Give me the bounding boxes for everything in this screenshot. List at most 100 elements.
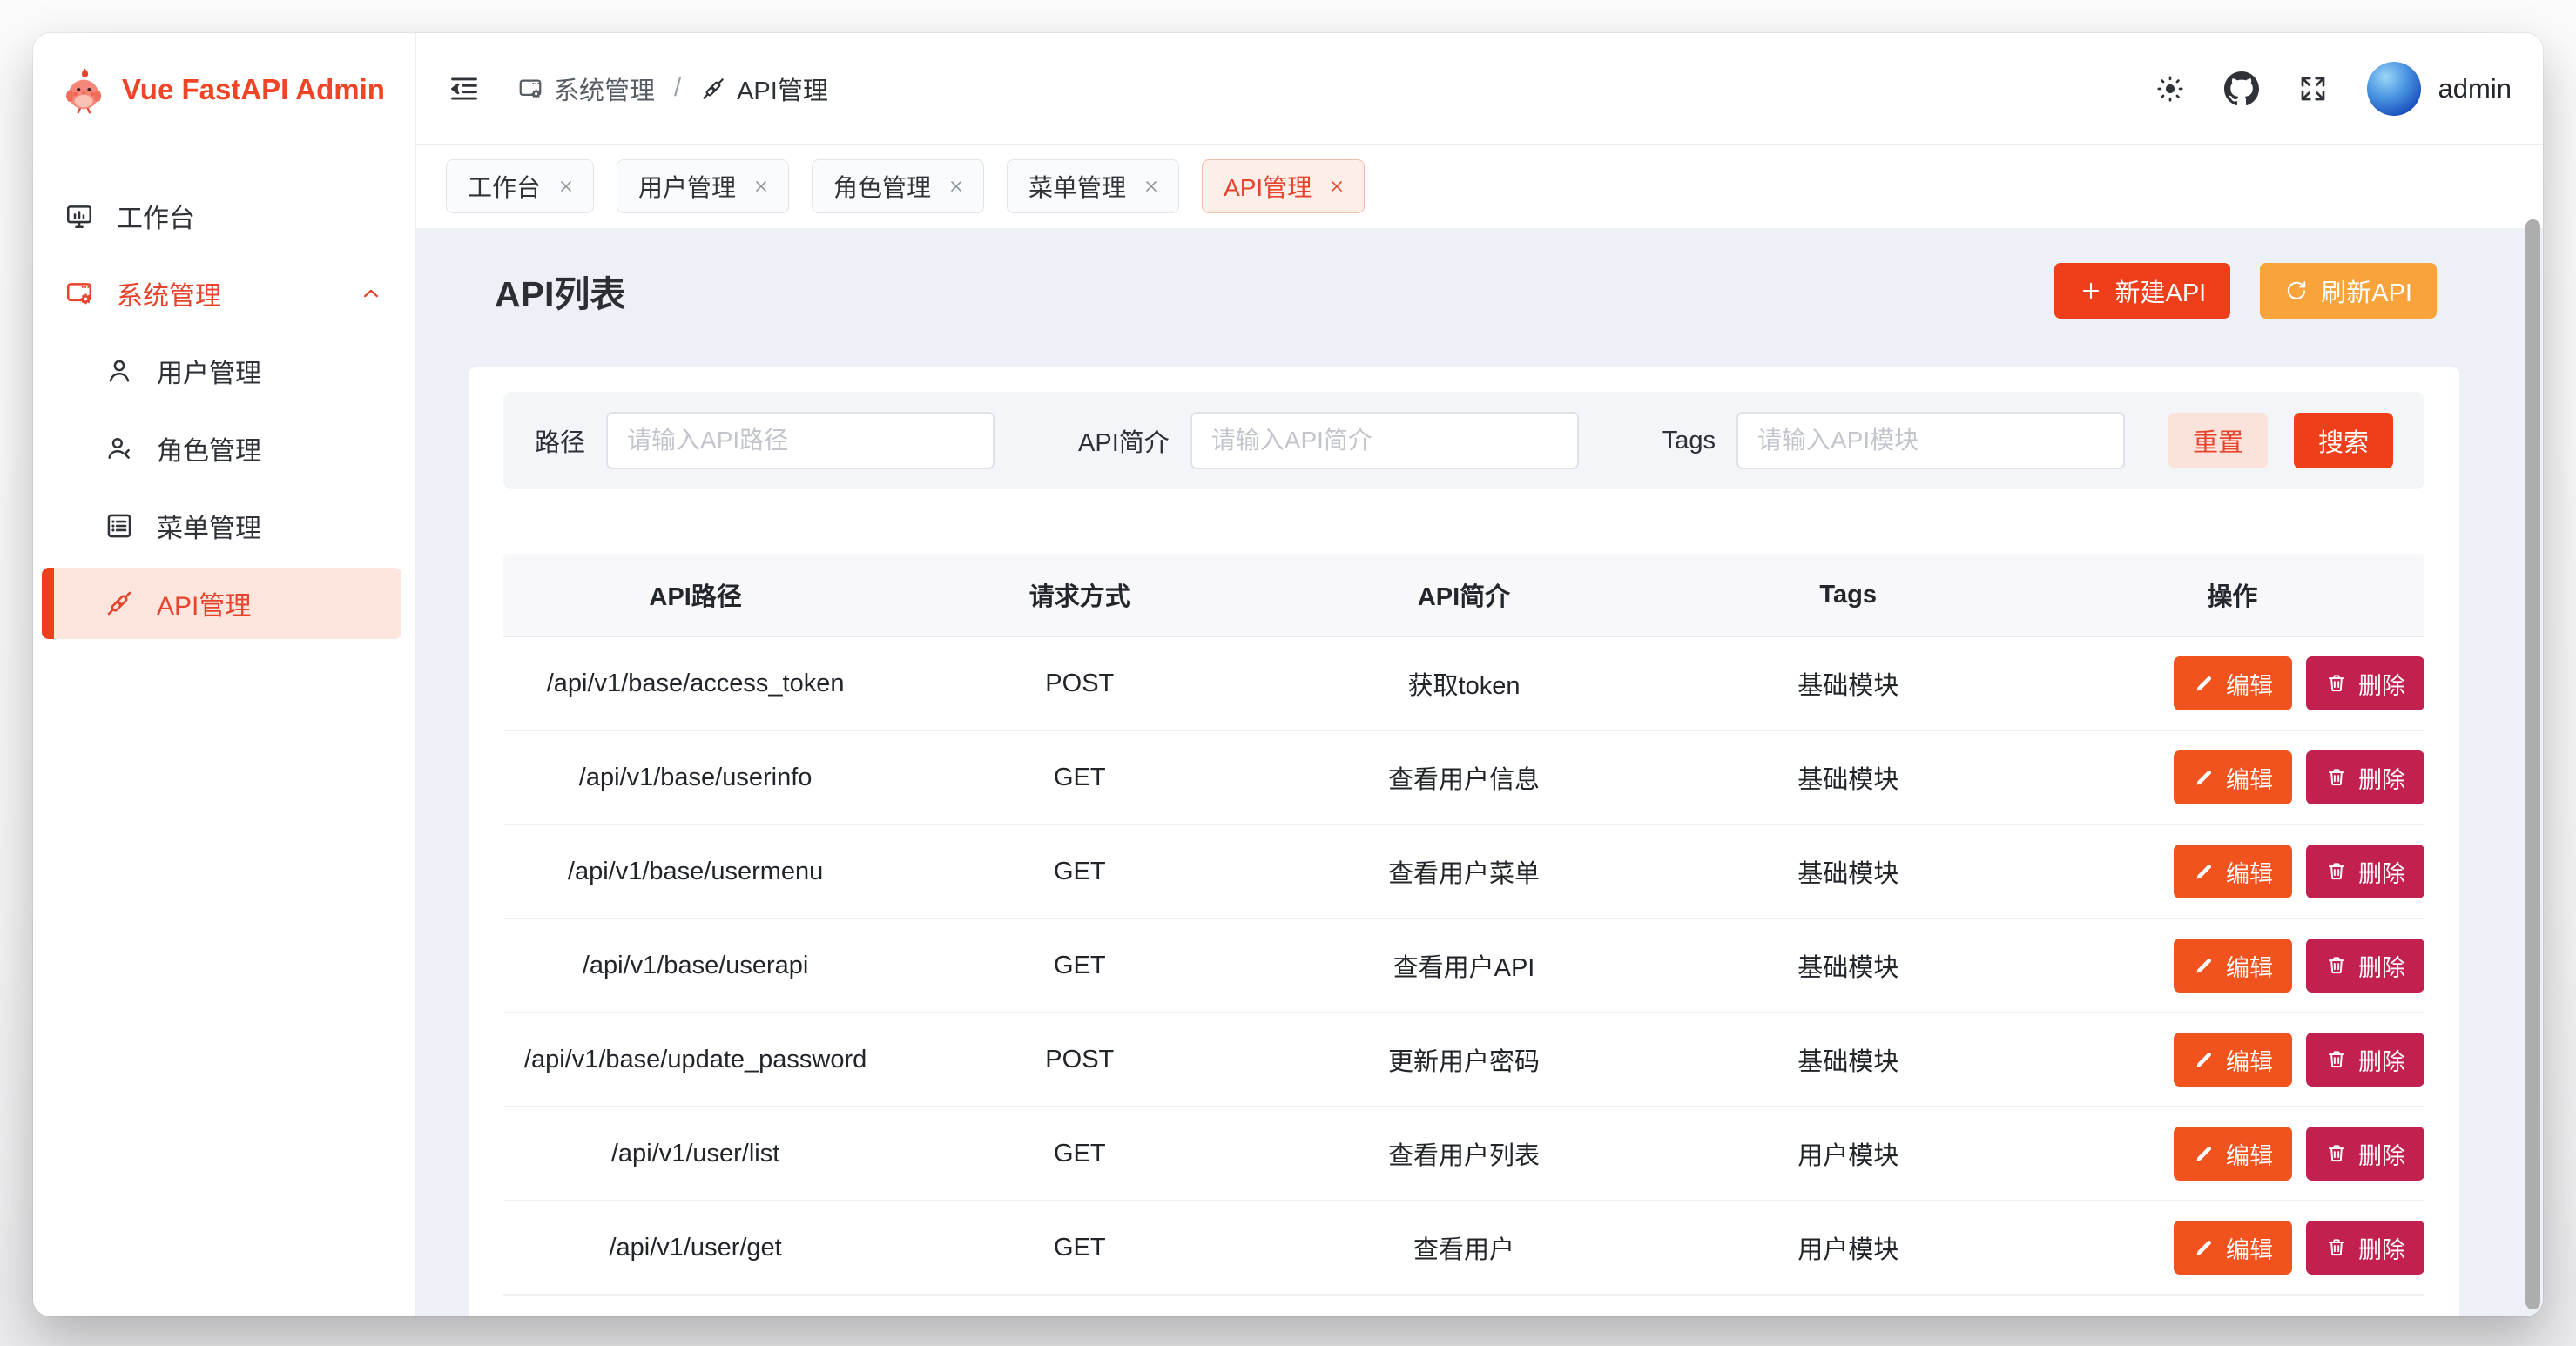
tab-role[interactable]: 角色管理 [812,159,984,213]
sidebar-item-system[interactable]: 系统管理 [42,258,401,329]
path-input[interactable] [606,412,995,469]
vertical-scrollbar[interactable] [2525,219,2540,1309]
actions-cell: 编辑删除 [2174,750,2424,804]
tab-bar: 工作台 用户管理 角色管理 菜单管理 API管理 [416,145,2543,228]
table-row: /api/v1/user/listGET查看用户列表用户模块编辑删除 [503,1107,2424,1201]
summary-input[interactable] [1190,412,1579,469]
breadcrumb-separator: / [674,74,681,103]
tab-user[interactable]: 用户管理 [617,159,789,213]
refresh-icon [2284,279,2309,303]
sidebar-menu: 工作台系统管理用户管理角色管理菜单管理 API管理 [33,139,415,639]
method-cell: GET [887,764,1271,792]
table-body: /api/v1/base/access_tokenPOST获取token基础模块… [503,637,2424,1296]
edit-button[interactable]: 编辑 [2174,845,2292,898]
theme-toggle-icon[interactable] [2155,73,2186,104]
delete-button[interactable]: 删除 [2306,750,2424,804]
plus-icon [2079,279,2103,303]
sidebar-item-menu[interactable]: 菜单管理 [42,490,401,562]
summary-cell: 查看用户API [1271,947,1656,984]
role-icon [105,434,134,463]
column-header-tags: Tags [1656,581,2040,609]
window-gear-icon [64,279,94,308]
method-cell: GET [887,952,1271,980]
actions-cell: 编辑删除 [2174,939,2424,993]
filter-path: 路径 [535,412,995,469]
edit-button[interactable]: 编辑 [2174,1033,2292,1087]
sidebar-item-label: 菜单管理 [157,507,261,545]
sidebar-item-label: 工作台 [117,197,195,235]
tab-api[interactable]: API管理 [1202,159,1365,213]
api-path-cell: /api/v1/base/userinfo [503,764,887,792]
filter-tags: Tags [1662,412,2125,469]
sidebar-item-user[interactable]: 用户管理 [42,335,401,407]
menu-list-icon [105,511,134,541]
table-row: /api/v1/base/usermenuGET查看用户菜单基础模块编辑删除 [503,825,2424,919]
delete-button[interactable]: 删除 [2306,1127,2424,1181]
edit-button[interactable]: 编辑 [2174,1221,2292,1275]
window-gear-icon [517,76,543,102]
table-header: API路径 请求方式 API简介 Tags 操作 [503,554,2424,637]
actions-cell: 编辑删除 [2174,1221,2424,1275]
sidebar-item-api[interactable]: API管理 [42,568,401,639]
delete-button[interactable]: 删除 [2306,1221,2424,1275]
trash-icon [2325,766,2348,789]
tab-close-icon[interactable] [1327,177,1346,196]
tags-cell: 基础模块 [1656,853,2040,890]
tab-label: 菜单管理 [1028,169,1126,204]
tab-close-icon[interactable] [947,177,966,196]
tags-cell: 基础模块 [1656,1041,2040,1078]
delete-button[interactable]: 删除 [2306,939,2424,993]
tab-close-icon[interactable] [556,177,576,196]
method-cell: POST [887,670,1271,698]
api-path-cell: /api/v1/base/usermenu [503,858,887,886]
breadcrumb-item-api[interactable]: API管理 [700,71,828,107]
summary-cell: 查看用户 [1271,1229,1656,1266]
collapse-sidebar-icon[interactable] [448,72,481,105]
column-header-actions: 操作 [2040,576,2424,613]
tab-workbench[interactable]: 工作台 [446,159,594,213]
tab-label: 工作台 [468,169,541,204]
plug-icon [700,76,726,102]
sidebar-item-label: 系统管理 [117,274,221,313]
delete-button[interactable]: 删除 [2306,656,2424,710]
edit-button[interactable]: 编辑 [2174,939,2292,993]
username: admin [2438,73,2512,104]
actions-cell: 编辑删除 [2174,656,2424,710]
edit-button[interactable]: 编辑 [2174,750,2292,804]
actions-cell: 编辑删除 [2174,1127,2424,1181]
fullscreen-icon[interactable] [2297,73,2329,104]
edit-button[interactable]: 编辑 [2174,656,2292,710]
plug-icon [105,589,134,618]
tab-menu[interactable]: 菜单管理 [1007,159,1179,213]
tags-input[interactable] [1736,412,2125,469]
refresh-api-button[interactable]: 刷新API [2260,263,2437,319]
reset-button[interactable]: 重置 [2168,413,2268,468]
sidebar-item-workbench[interactable]: 工作台 [42,180,401,252]
delete-button[interactable]: 删除 [2306,845,2424,898]
sidebar-item-role[interactable]: 角色管理 [42,413,401,484]
api-list-card: 路径 API简介 Tags 重置 搜索 [469,367,2459,1316]
tab-close-icon[interactable] [1142,177,1161,196]
tab-close-icon[interactable] [752,177,771,196]
summary-cell: 查看用户列表 [1271,1135,1656,1172]
pencil-icon [2193,1048,2215,1071]
breadcrumb-item-system[interactable]: 系统管理 [517,71,655,107]
tab-label: 用户管理 [638,169,736,204]
filter-summary: API简介 [1078,412,1579,469]
delete-button[interactable]: 删除 [2306,1033,2424,1087]
search-button[interactable]: 搜索 [2294,413,2393,468]
api-path-cell: /api/v1/user/list [503,1140,887,1168]
column-header-summary: API简介 [1271,576,1656,613]
method-cell: GET [887,1140,1271,1168]
edit-button[interactable]: 编辑 [2174,1127,2292,1181]
github-icon[interactable] [2224,71,2259,106]
api-path-cell: /api/v1/user/get [503,1234,887,1262]
tab-label: API管理 [1224,169,1312,204]
actions-cell: 编辑删除 [2174,1033,2424,1087]
method-cell: POST [887,1046,1271,1074]
user-menu[interactable]: admin [2367,62,2512,116]
create-api-button[interactable]: 新建API [2054,263,2231,319]
breadcrumb-label: 系统管理 [554,71,655,107]
topbar-actions: admin [2155,62,2512,116]
app-logo[interactable]: Vue FastAPI Admin [33,33,415,139]
